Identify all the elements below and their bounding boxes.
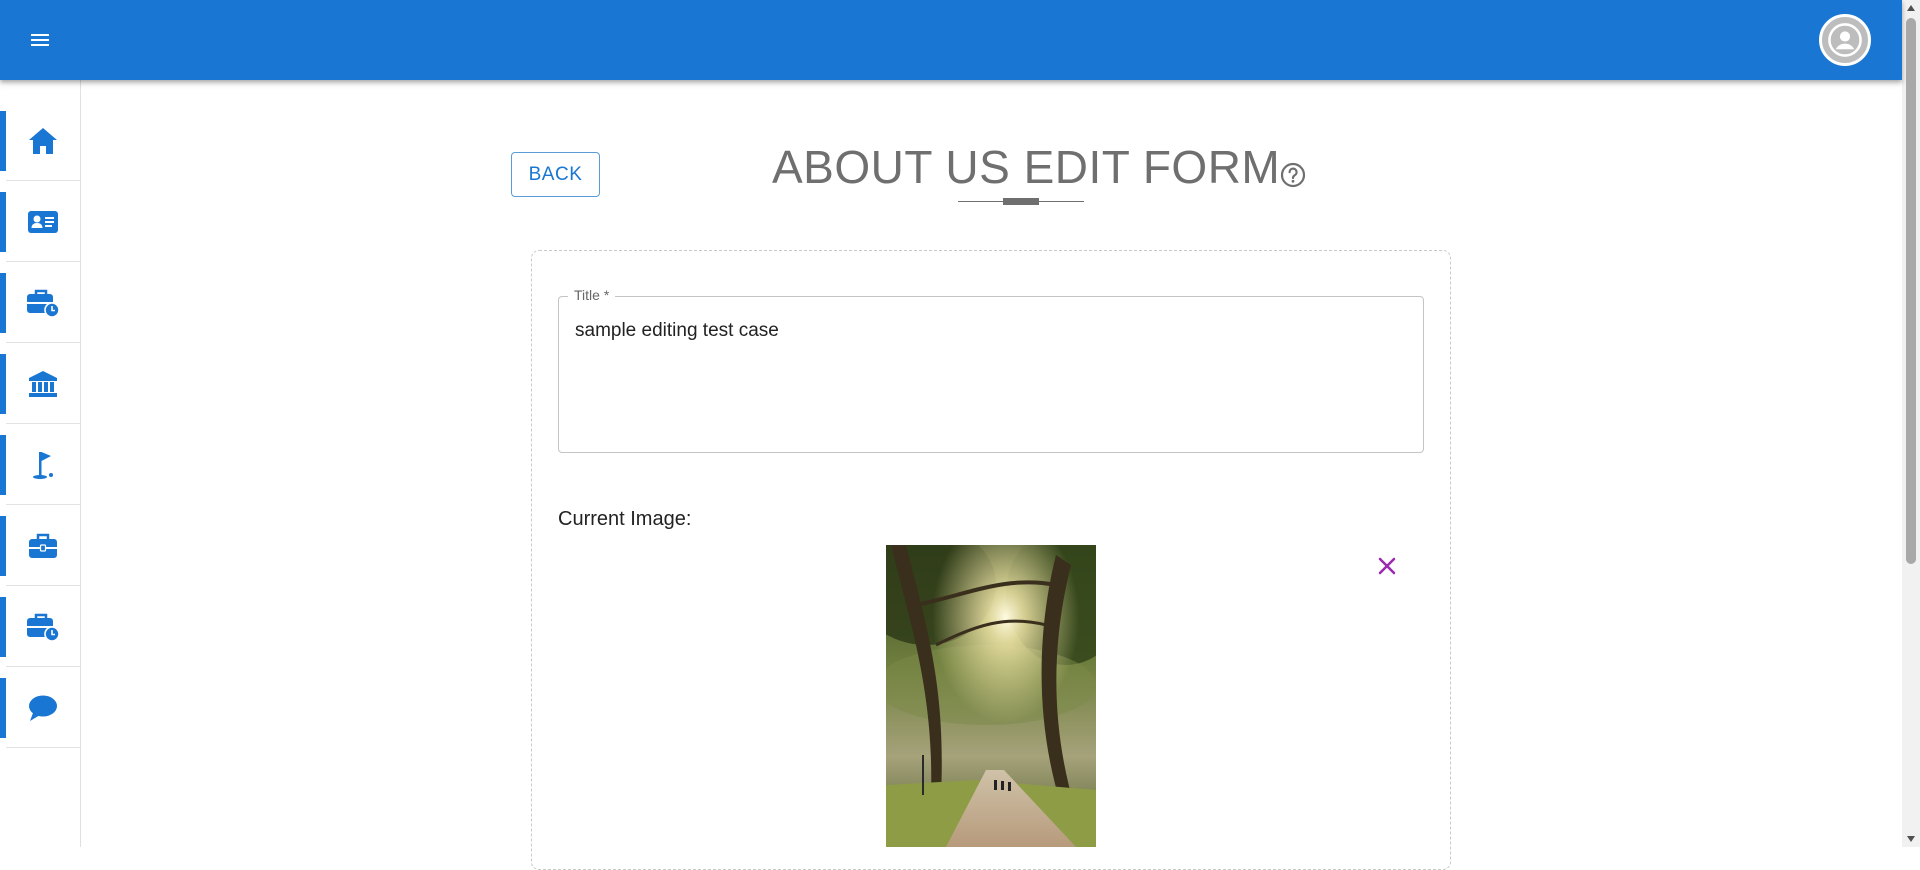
triangle-down-icon (1907, 836, 1915, 842)
hamburger-menu-icon (31, 34, 49, 46)
sidebar (0, 80, 81, 847)
golf-flag-icon (33, 452, 53, 479)
sidebar-item-home[interactable] (0, 111, 80, 181)
sidebar-item-messages[interactable] (0, 678, 80, 748)
close-icon[interactable] (1372, 551, 1402, 581)
page-title: ABOUT US EDIT FORM (772, 141, 1281, 193)
app-bar (0, 0, 1902, 80)
title-field-value[interactable]: sample editing test case (575, 320, 779, 342)
title-field-label: Title * (568, 287, 616, 303)
sidebar-item-jobs[interactable] (0, 273, 80, 343)
briefcase-clock-icon (27, 289, 60, 318)
sidebar-item-contact[interactable] (0, 192, 80, 262)
title-underline-accent (1003, 198, 1039, 205)
id-card-icon (28, 211, 58, 233)
sidebar-item-business[interactable] (0, 516, 80, 586)
sidebar-item-institution[interactable] (0, 354, 80, 424)
scroll-up-arrow[interactable] (1902, 0, 1920, 16)
sidebar-item-jobs-history[interactable] (0, 597, 80, 667)
triangle-up-icon (1907, 5, 1915, 11)
back-button[interactable]: BACK (511, 152, 600, 197)
current-image (886, 545, 1096, 847)
menu-button[interactable] (20, 20, 60, 60)
scrollbar-thumb[interactable] (1906, 18, 1916, 564)
avatar[interactable] (1819, 14, 1871, 66)
sidebar-item-golf[interactable] (0, 435, 80, 505)
briefcase-icon (29, 533, 57, 558)
home-icon (29, 128, 57, 154)
current-image-label: Current Image: (558, 508, 692, 530)
page-scrollbar[interactable] (1902, 0, 1920, 847)
bank-icon (29, 371, 57, 397)
person-icon (1828, 23, 1862, 57)
chat-bubble-icon (29, 695, 57, 721)
scroll-down-arrow[interactable] (1902, 831, 1920, 847)
help-circle-icon[interactable] (1280, 162, 1306, 188)
briefcase-clock-icon (27, 613, 60, 642)
